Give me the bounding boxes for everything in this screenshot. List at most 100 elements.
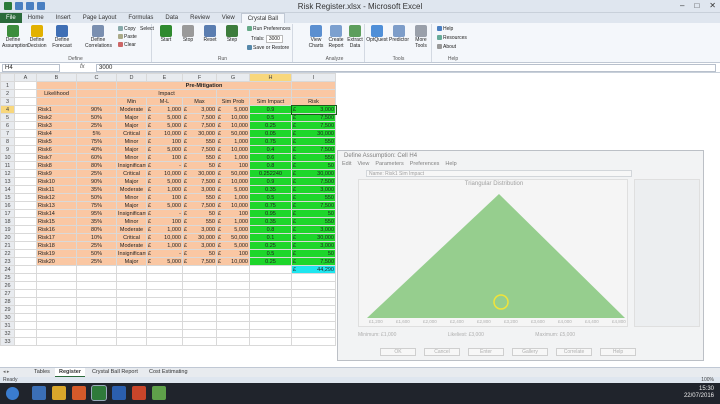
cell[interactable]: 0.5 [249, 249, 292, 258]
cell[interactable]: 50% [76, 113, 117, 122]
assumption-name-field[interactable]: Name: Risk1 Sim Impact [366, 170, 632, 177]
cell[interactable] [14, 265, 37, 274]
formula-input[interactable]: 3000 [96, 64, 716, 72]
cell[interactable] [146, 289, 183, 298]
cell[interactable]: £50 [182, 249, 217, 258]
column-header-G[interactable]: G [216, 73, 250, 82]
cell[interactable]: £10,000 [216, 177, 250, 186]
cell[interactable] [14, 249, 37, 258]
cell[interactable]: £7,500 [182, 145, 217, 154]
cell[interactable]: £5,000 [216, 105, 250, 114]
cell[interactable] [116, 265, 147, 274]
cell[interactable]: 35% [76, 217, 117, 226]
cell[interactable] [76, 81, 117, 90]
cell[interactable]: £5,000 [216, 225, 250, 234]
cell[interactable]: 95% [76, 209, 117, 218]
cell[interactable] [36, 329, 77, 338]
cell[interactable]: £550 [291, 193, 336, 202]
cell[interactable]: 50% [76, 193, 117, 202]
cell[interactable]: £ - [146, 249, 183, 258]
cell[interactable]: 0.25 [249, 241, 292, 250]
min-header[interactable]: Min [116, 97, 147, 106]
cell[interactable]: Risk18 [36, 241, 77, 250]
cell[interactable]: £100 [216, 161, 250, 170]
cell[interactable]: £30,000 [182, 169, 217, 178]
cell[interactable]: £10,000 [216, 121, 250, 130]
ribbon-tab-review[interactable]: Review [184, 13, 216, 23]
cell[interactable]: Risk9 [36, 169, 77, 178]
cell[interactable]: Major [116, 113, 147, 122]
cell[interactable] [14, 281, 37, 290]
sheet-tab-register[interactable]: Register [55, 368, 86, 377]
maximize-icon[interactable]: □ [694, 1, 699, 10]
word-taskbar-icon[interactable] [112, 386, 126, 400]
cell[interactable]: 5% [76, 129, 117, 138]
row-header[interactable]: 22 [0, 249, 15, 258]
row-header[interactable]: 2 [0, 89, 15, 98]
cell[interactable] [14, 145, 37, 154]
about-button[interactable]: About [437, 44, 456, 50]
cell[interactable]: £10,000 [216, 113, 250, 122]
folder-icon[interactable] [52, 386, 66, 400]
row-header[interactable]: 31 [0, 321, 15, 330]
cell[interactable]: £50,000 [216, 169, 250, 178]
extract-data-button[interactable]: Extract Data [345, 25, 365, 49]
create-report-button[interactable]: Create Report [325, 25, 347, 49]
cell[interactable]: £1,000 [216, 153, 250, 162]
close-icon[interactable]: ✕ [709, 1, 716, 10]
cell[interactable] [14, 105, 37, 114]
cell[interactable]: Risk6 [36, 145, 77, 154]
chrome-taskbar-icon[interactable] [152, 386, 166, 400]
row-header[interactable]: 30 [0, 313, 15, 322]
cell[interactable] [116, 305, 147, 314]
cell[interactable]: £1,000 [146, 105, 183, 114]
cell[interactable] [182, 329, 217, 338]
row-header[interactable]: 32 [0, 329, 15, 338]
cell[interactable] [182, 313, 217, 322]
cell[interactable]: 0.6 [249, 153, 292, 162]
ribbon-tab-formulas[interactable]: Formulas [122, 13, 159, 23]
cell[interactable] [182, 265, 217, 274]
cell[interactable] [14, 225, 37, 234]
cell[interactable] [291, 281, 336, 290]
stop-button[interactable]: Stop [177, 25, 199, 44]
save-restore-button[interactable]: Save or Restore [247, 45, 289, 51]
define-decision-button[interactable]: Define Decision [26, 25, 48, 49]
cell[interactable]: £ - [146, 209, 183, 218]
param-maximum[interactable]: Maximum: £5,000 [535, 332, 575, 338]
sheet-nav-arrows[interactable]: ◂ ▸ [3, 369, 9, 375]
cell[interactable]: £30,000 [182, 233, 217, 242]
cell[interactable]: Moderate [116, 105, 147, 114]
gallery-button[interactable]: Gallery [512, 348, 548, 356]
cell[interactable] [36, 273, 77, 282]
cell[interactable]: 0.75 [249, 201, 292, 210]
cell[interactable]: £550 [182, 153, 217, 162]
cell[interactable] [14, 297, 37, 306]
cell[interactable] [14, 129, 37, 138]
cell[interactable]: £1,000 [216, 193, 250, 202]
cell[interactable]: 25% [76, 257, 117, 266]
cell[interactable]: £100 [216, 249, 250, 258]
cell[interactable]: £100 [146, 153, 183, 162]
cell[interactable]: £7,500 [291, 121, 336, 130]
cell[interactable] [76, 321, 117, 330]
cell[interactable]: £1,000 [216, 137, 250, 146]
cell[interactable]: £5,000 [146, 145, 183, 154]
row-header[interactable]: 14 [0, 185, 15, 194]
cell[interactable]: £30,000 [291, 129, 336, 138]
cell[interactable] [182, 321, 217, 330]
cell[interactable] [216, 273, 250, 282]
cell[interactable]: 0.5 [249, 113, 292, 122]
cell[interactable] [36, 97, 77, 106]
row-header[interactable]: 33 [0, 337, 15, 346]
cell[interactable]: £10,000 [146, 129, 183, 138]
row-header[interactable]: 11 [0, 161, 15, 170]
cell[interactable] [14, 97, 37, 106]
cell[interactable] [14, 241, 37, 250]
cell[interactable]: £10,000 [216, 201, 250, 210]
row-header[interactable]: 23 [0, 257, 15, 266]
cell[interactable] [14, 329, 37, 338]
risk-header[interactable]: Risk [291, 97, 336, 106]
cell[interactable] [14, 337, 37, 346]
cell[interactable]: £5,000 [216, 241, 250, 250]
